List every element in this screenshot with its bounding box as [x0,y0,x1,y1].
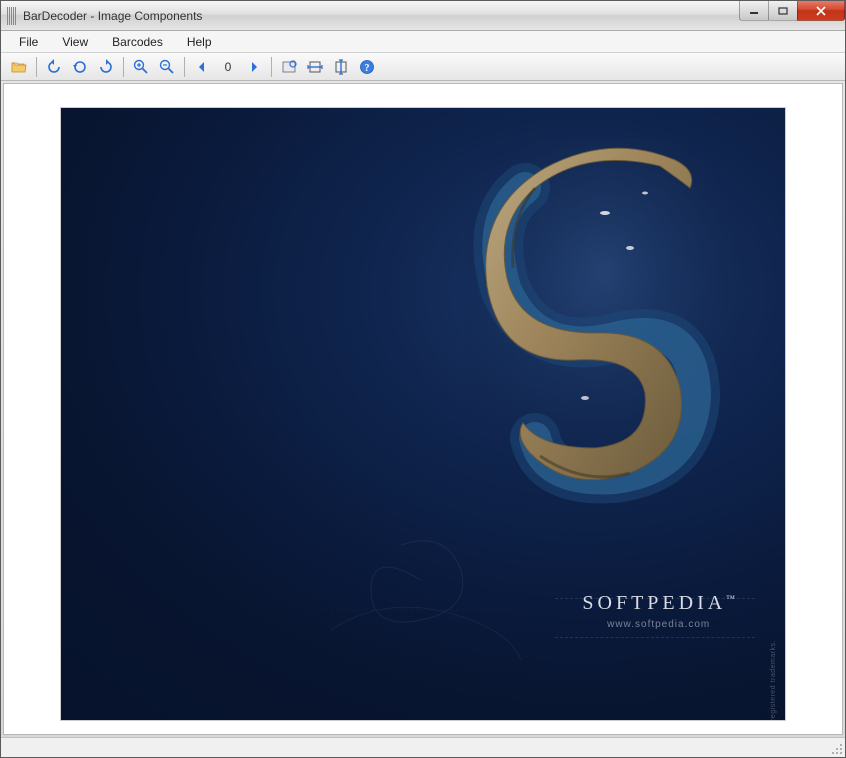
close-icon [815,6,827,16]
zoom-in-icon [133,59,149,75]
minimize-icon [749,7,759,15]
brand-url: www.softpedia.com [582,619,735,630]
next-page-icon [248,61,260,73]
statusbar [1,737,845,757]
brand-label: SOFTPEDIA [582,592,726,614]
next-page-button[interactable] [242,55,266,79]
rotate-cw-icon [98,59,114,75]
toolbar: 0 ? [1,53,845,81]
menubar: File View Barcodes Help [1,31,845,53]
rotate-ccw-button[interactable] [42,55,66,79]
help-button[interactable]: ? [355,55,379,79]
prev-page-button[interactable] [190,55,214,79]
copyright-text: © 2008 SOFTPEDIA · Softpedia and the Sof… [770,640,777,720]
toolbar-separator [184,57,185,77]
prev-page-icon [196,61,208,73]
image-canvas[interactable]: SOFTPEDIA™ www.softpedia.com © 2008 SOFT… [61,108,785,720]
zoom-in-button[interactable] [129,55,153,79]
toolbar-separator [36,57,37,77]
maximize-button[interactable] [768,1,798,21]
content-area: SOFTPEDIA™ www.softpedia.com © 2008 SOFT… [3,83,843,735]
svg-text:?: ? [365,63,370,74]
crop-v-button[interactable] [329,55,353,79]
trademark-symbol: ™ [726,593,735,603]
zoom-out-button[interactable] [155,55,179,79]
crop-horizontal-icon [307,59,323,75]
zoom-out-icon [159,59,175,75]
menu-file[interactable]: File [9,33,48,51]
resize-grip-icon[interactable] [831,743,843,755]
minimize-button[interactable] [739,1,769,21]
window-controls [740,1,845,21]
toolbar-separator [123,57,124,77]
titlebar[interactable]: BarDecoder - Image Components [1,1,845,31]
softpedia-branding: SOFTPEDIA™ www.softpedia.com [582,592,735,630]
open-button[interactable] [7,55,31,79]
island-illustration [465,138,745,518]
rotate-cw-button[interactable] [94,55,118,79]
app-window: BarDecoder - Image Components File View … [0,0,846,758]
crop-vertical-icon [333,59,349,75]
menu-barcodes[interactable]: Barcodes [102,33,173,51]
page-number: 0 [216,60,240,74]
crop-h-button[interactable] [303,55,327,79]
scan-icon [281,59,297,75]
rotate-180-icon [72,59,88,75]
window-title: BarDecoder - Image Components [23,9,202,23]
titlebar-grip-icon [7,7,17,25]
close-button[interactable] [797,1,845,21]
rotate-180-button[interactable] [68,55,92,79]
help-icon: ? [359,59,375,75]
swirl-decoration [311,490,531,670]
rotate-ccw-icon [46,59,62,75]
toolbar-separator [271,57,272,77]
scan-button[interactable] [277,55,301,79]
open-folder-icon [11,59,27,75]
brand-name: SOFTPEDIA™ [582,592,735,615]
maximize-icon [778,7,788,15]
menu-view[interactable]: View [52,33,98,51]
menu-help[interactable]: Help [177,33,222,51]
